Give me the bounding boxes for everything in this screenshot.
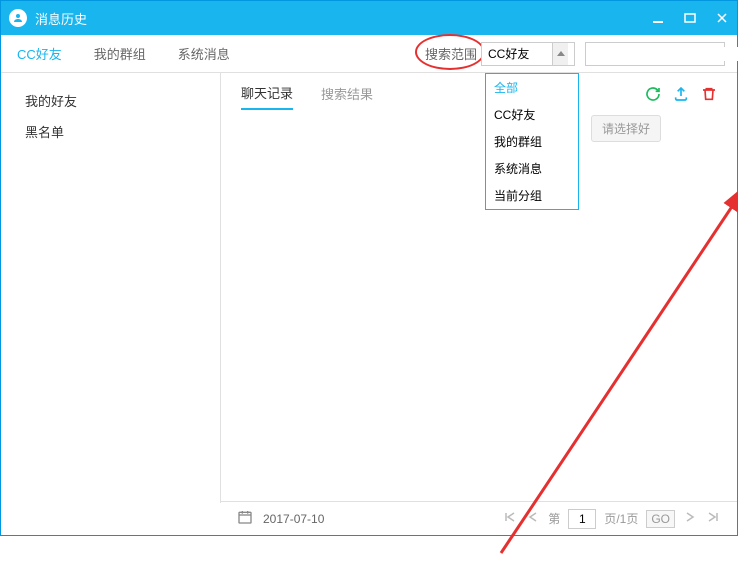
minimize-button[interactable] (651, 11, 665, 25)
sidebar-item-my-friends[interactable]: 我的好友 (1, 85, 220, 116)
search-scope-selected: CC好友 (488, 45, 529, 62)
scope-option-cc-friends[interactable]: CC好友 (486, 101, 578, 128)
tab-my-groups[interactable]: 我的群组 (90, 44, 150, 63)
pager-page-input[interactable] (568, 509, 596, 529)
pager-first-button[interactable] (502, 511, 518, 526)
delete-button[interactable] (701, 86, 717, 107)
search-input[interactable] (592, 47, 738, 61)
sidebar-item-blacklist[interactable]: 黑名单 (1, 116, 220, 147)
pager-go-button[interactable]: GO (646, 510, 675, 528)
caret-up-icon (552, 43, 568, 65)
tab-system-messages[interactable]: 系统消息 (174, 44, 234, 63)
refresh-button[interactable] (645, 86, 661, 107)
scope-option-my-groups[interactable]: 我的群组 (486, 128, 578, 155)
search-scope-select[interactable]: CC好友 (481, 42, 575, 66)
content-tab-chat-log[interactable]: 聊天记录 (241, 83, 293, 110)
app-logo-icon (9, 9, 27, 27)
pager-label-prefix: 第 (548, 510, 560, 527)
search-scope-label: 搜索范围 (425, 44, 477, 63)
window-title: 消息历史 (35, 9, 651, 28)
calendar-icon[interactable] (237, 509, 253, 528)
search-input-container (585, 42, 725, 66)
content-tab-search-results[interactable]: 搜索结果 (321, 84, 373, 109)
scope-option-system[interactable]: 系统消息 (486, 155, 578, 182)
maximize-button[interactable] (683, 11, 697, 25)
pager-next-button[interactable] (683, 511, 697, 526)
pager-last-button[interactable] (705, 511, 721, 526)
scope-option-current-group[interactable]: 当前分组 (486, 182, 578, 209)
scope-option-all[interactable]: 全部 (486, 74, 578, 101)
tab-cc-friends[interactable]: CC好友 (13, 44, 66, 63)
pager-prev-button[interactable] (526, 511, 540, 526)
close-button[interactable] (715, 11, 729, 25)
footer-date: 2017-07-10 (263, 512, 492, 526)
hint-please-select: 请选择好 (591, 115, 661, 142)
pager-label-suffix: 页/1页 (604, 510, 638, 527)
export-button[interactable] (673, 86, 689, 107)
search-scope-dropdown: 全部 CC好友 我的群组 系统消息 当前分组 (485, 73, 579, 210)
